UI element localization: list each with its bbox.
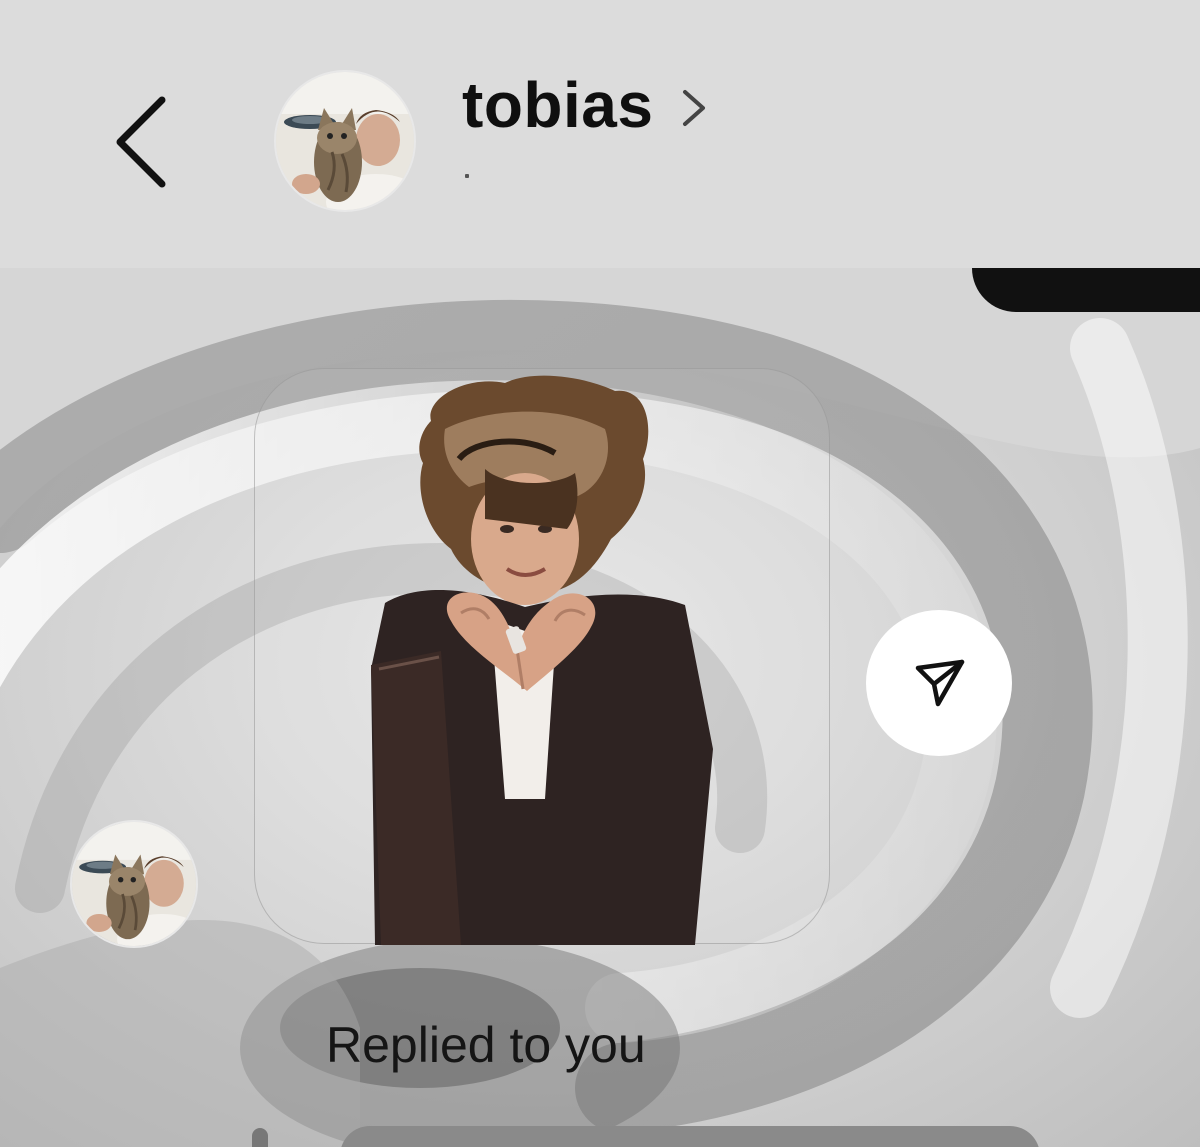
reply-indicator-bar xyxy=(252,1128,268,1147)
send-arrow-icon xyxy=(915,659,965,707)
back-button[interactable] xyxy=(100,92,180,192)
next-message-bubble[interactable] xyxy=(340,1126,1040,1147)
contact-title[interactable]: tobias xyxy=(462,68,709,142)
avatar-photo xyxy=(276,72,414,210)
chat-thread[interactable]: Replied to you xyxy=(0,268,1200,1147)
chevron-right-icon xyxy=(683,90,706,126)
avatar-photo xyxy=(72,822,196,946)
sticker-image xyxy=(371,375,713,945)
sender-avatar[interactable] xyxy=(70,820,198,948)
reply-label: Replied to you xyxy=(326,1017,646,1073)
share-button[interactable] xyxy=(866,610,1012,756)
chat-header: tobias xyxy=(0,0,1200,268)
sticker-message[interactable] xyxy=(254,368,830,945)
status-indicator xyxy=(465,174,469,178)
outgoing-message-bubble[interactable] xyxy=(972,268,1200,312)
chevron-left-icon xyxy=(116,96,166,188)
contact-avatar[interactable] xyxy=(274,70,416,212)
contact-name: tobias xyxy=(462,69,654,141)
